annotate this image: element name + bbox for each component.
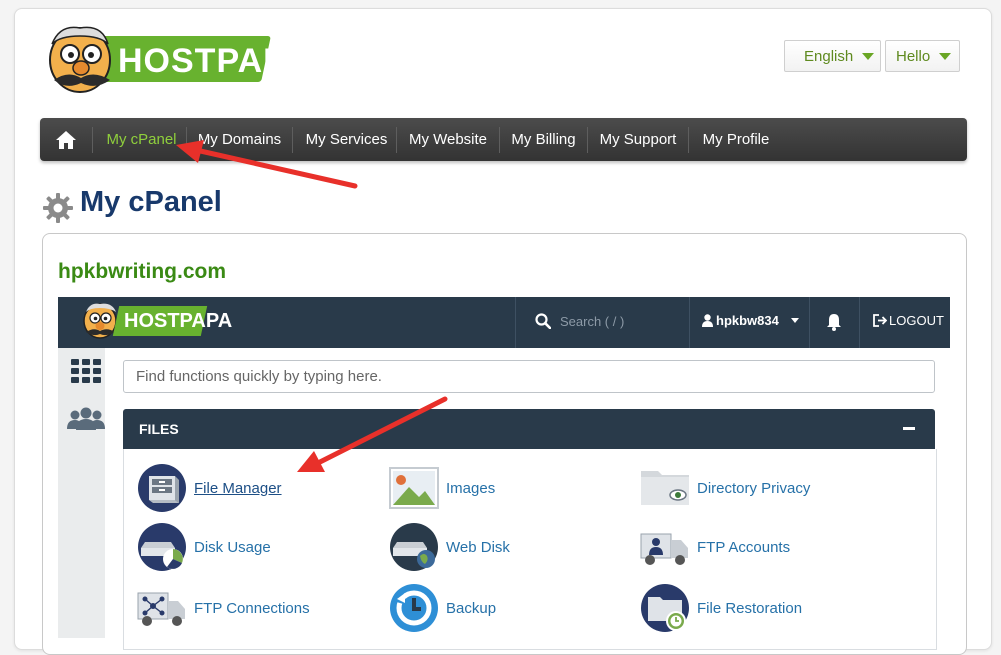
user-menu[interactable]: hpkbw834 [702, 313, 799, 328]
disk-usage-icon [138, 523, 186, 571]
nav-my-profile[interactable]: My Profile [692, 118, 780, 161]
language-label: English [804, 47, 854, 65]
tool-file-restoration[interactable]: File Restoration [640, 583, 802, 633]
tool-label: Backup [446, 599, 497, 617]
mascot-icon [49, 26, 111, 93]
chevron-down-icon [862, 52, 875, 60]
greeting-label: Hello [896, 47, 931, 65]
nav-divider [92, 127, 93, 153]
tool-disk-usage[interactable]: Disk Usage [137, 522, 271, 572]
ftp-accounts-icon [640, 533, 688, 565]
collapse-icon[interactable] [903, 427, 915, 430]
nav-my-domains[interactable]: My Domains [190, 118, 289, 161]
web-disk-icon [390, 523, 438, 571]
nav-divider [396, 127, 397, 153]
bell-icon [827, 314, 841, 331]
nav-my-website[interactable]: My Website [400, 118, 496, 161]
files-section-header[interactable]: FILES [123, 409, 935, 449]
home-button[interactable] [46, 118, 86, 161]
quick-search-input[interactable] [123, 360, 935, 393]
cpanel-logo[interactable]: HOSTPAPA [80, 300, 232, 344]
logo-text: HOSTPAPA [118, 42, 310, 80]
tool-label: Images [446, 479, 496, 497]
chevron-down-icon [939, 52, 952, 60]
nav-my-cpanel[interactable]: My cPanel [96, 118, 187, 161]
nav-divider [292, 127, 293, 153]
gear-icon [43, 193, 73, 223]
bar-divider [689, 297, 690, 348]
nav-my-support[interactable]: My Support [591, 118, 685, 161]
files-section-title: FILES [139, 421, 179, 437]
bar-divider [809, 297, 810, 348]
notifications-button[interactable] [826, 313, 842, 336]
home-icon [56, 130, 76, 149]
tool-web-disk[interactable]: Web Disk [389, 522, 510, 572]
hostpapa-logo[interactable]: HOSTPAPA [40, 22, 309, 100]
logout-label: LOGOUT [889, 313, 944, 328]
backup-icon [390, 584, 438, 632]
nav-divider [587, 127, 588, 153]
cpanel-search[interactable]: Search ( / ) [535, 313, 624, 329]
nav-divider [186, 127, 187, 153]
tool-images[interactable]: Images [389, 463, 495, 513]
logout-button[interactable]: LOGOUT [873, 313, 944, 328]
tool-directory-privacy[interactable]: Directory Privacy [640, 463, 810, 513]
cpanel-sidebar [58, 348, 105, 638]
tool-label: File Restoration [697, 599, 803, 617]
logout-icon [873, 314, 887, 327]
tool-label: FTP Connections [194, 599, 310, 617]
user-icon [702, 314, 713, 327]
main-navigation: My cPanel My Domains My Services My Webs… [40, 118, 967, 161]
tool-label: FTP Accounts [697, 538, 791, 556]
nav-my-billing[interactable]: My Billing [503, 118, 584, 161]
tool-backup[interactable]: Backup [389, 583, 496, 633]
file-manager-icon [138, 464, 186, 512]
tool-ftp-connections[interactable]: FTP Connections [137, 583, 310, 633]
search-icon [535, 313, 551, 329]
tool-file-manager[interactable]: File Manager [137, 463, 282, 513]
bar-divider [859, 297, 860, 348]
page-title: My cPanel [80, 186, 222, 218]
bar-divider [515, 297, 516, 348]
domain-title: hpkbwriting.com [58, 260, 226, 283]
nav-my-services[interactable]: My Services [296, 118, 397, 161]
tool-label: Directory Privacy [697, 479, 811, 497]
hello-dropdown[interactable]: Hello [885, 40, 960, 72]
nav-divider [688, 127, 689, 153]
username: hpkbw834 [716, 313, 779, 328]
images-icon [389, 467, 439, 509]
file-restoration-icon [641, 584, 689, 632]
tool-label: Disk Usage [194, 538, 271, 556]
search-placeholder: Search ( / ) [560, 313, 625, 329]
language-dropdown[interactable]: English [784, 40, 881, 72]
tool-ftp-accounts[interactable]: FTP Accounts [640, 522, 790, 572]
nav-divider [499, 127, 500, 153]
chevron-down-icon [790, 318, 799, 323]
directory-privacy-icon [641, 471, 689, 505]
ftp-connections-icon [137, 592, 185, 626]
tool-label: Web Disk [446, 538, 510, 556]
users-icon[interactable] [67, 407, 105, 431]
cpanel-logo-text: HOSTPAPA [124, 310, 233, 332]
tool-label: File Manager [194, 479, 282, 497]
grid-icon[interactable] [71, 359, 101, 383]
